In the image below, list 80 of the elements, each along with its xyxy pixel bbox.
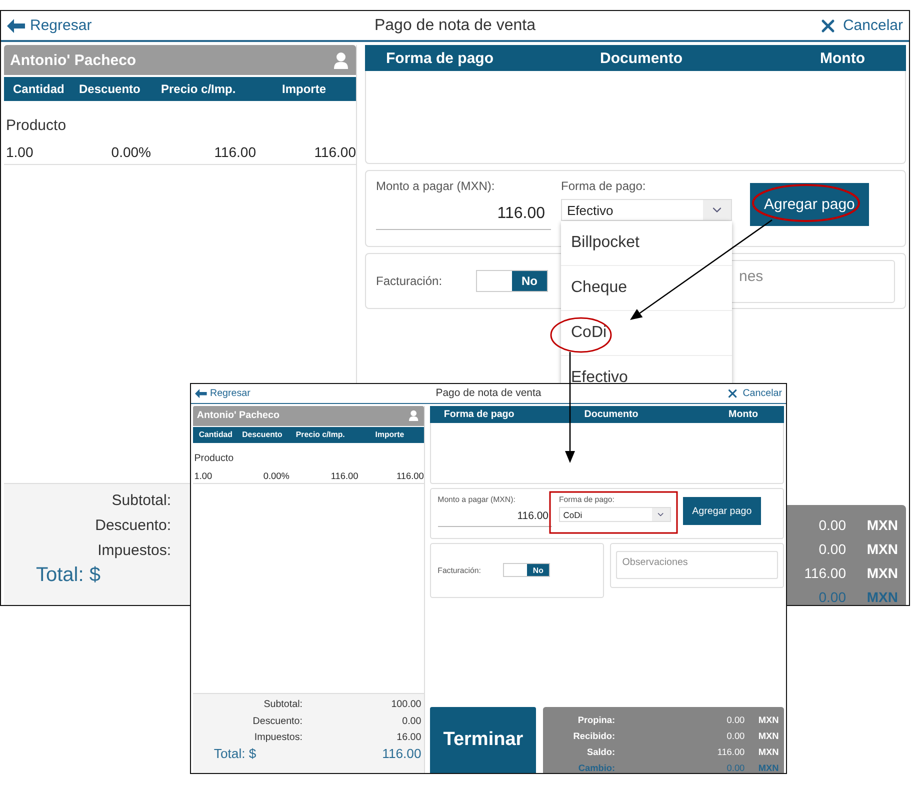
amount-label: Monto a pagar (MXN):: [376, 179, 496, 193]
table-cell-text: 0.00%: [262, 470, 290, 481]
balance-value: 0.00: [818, 517, 846, 533]
currency-label: MXN: [757, 731, 779, 742]
table-cell-text: 1.00: [6, 144, 34, 160]
payment-method-select[interactable]: Efectivo: [561, 199, 732, 221]
back-link[interactable]: Regresar: [7, 17, 92, 34]
balance-value: 0.00: [726, 731, 745, 742]
column-header: Documento: [600, 50, 684, 66]
column-header: Monto: [820, 50, 866, 66]
total-label: Total: $: [212, 746, 258, 762]
balance-label: Saldo:: [586, 746, 616, 757]
currency-label: MXN: [866, 517, 898, 533]
column-header: Importe: [282, 82, 328, 96]
balance-value: 116.00: [803, 565, 846, 581]
invoice-label: Facturación:: [376, 274, 444, 288]
balance-value: 116.00: [716, 746, 745, 757]
column-header: Precio c/Imp.: [161, 82, 237, 96]
summary-value: 0.00: [401, 716, 422, 727]
product-name: Producto: [193, 452, 235, 466]
column-header: Monto: [728, 408, 760, 420]
balance-value: 0.00: [726, 715, 745, 726]
currency-label: MXN: [866, 589, 898, 605]
column-header: Descuento: [79, 82, 142, 96]
balance-label: Cambio:: [577, 762, 616, 773]
table-cell-text: 116.00: [213, 144, 256, 160]
user-icon: [409, 410, 419, 422]
table-cell-text: 116.00: [313, 144, 356, 160]
close-icon: [726, 386, 740, 400]
currency-label: MXN: [757, 762, 779, 773]
currency-label: MXN: [866, 541, 898, 557]
balance-label: Recibido:: [572, 731, 616, 742]
add-payment-button[interactable]: Agregar pago: [750, 183, 869, 226]
dropdown-option[interactable]: CoDi: [561, 311, 732, 356]
column-header: Documento: [584, 408, 640, 420]
balance-label: Propina:: [576, 715, 616, 726]
balance-value: 0.00: [818, 589, 846, 605]
column-header: Forma de pago: [386, 50, 495, 66]
back-link[interactable]: Regresar: [194, 388, 250, 399]
summary-label: Descuento:: [252, 716, 302, 727]
summary-label: Subtotal:: [262, 699, 302, 710]
summary-label: Impuestos:: [253, 732, 302, 744]
summary-label: Descuento:: [94, 517, 171, 534]
finish-button[interactable]: Terminar: [430, 707, 536, 773]
column-header: Cantidad: [13, 82, 66, 96]
balance-value: 0.00: [726, 762, 745, 773]
payment-method-select[interactable]: CoDi: [558, 507, 672, 522]
amount-field[interactable]: 116.00: [376, 193, 551, 230]
summary-value: 16.00: [396, 732, 422, 744]
summary-label: Subtotal:: [110, 492, 171, 509]
balance-value: 0.00: [818, 541, 846, 557]
total-value: 116.00: [381, 746, 422, 762]
currency-label: MXN: [757, 715, 779, 726]
currency-label: MXN: [757, 746, 779, 757]
highlight-ellipse: [550, 317, 612, 353]
method-label: Forma de pago:: [561, 179, 647, 193]
notes-field[interactable]: Observaciones: [616, 551, 778, 580]
back-arrow-icon: [194, 388, 207, 398]
table-cell-text: 116.00: [395, 470, 424, 481]
total-label: Total: $: [35, 564, 102, 587]
back-arrow-icon: [7, 18, 25, 32]
customer-name: Antonio' Pacheco: [196, 410, 280, 422]
table-cell-text: 1.00: [194, 470, 214, 481]
column-header: Forma de pago: [444, 408, 516, 420]
dropdown-option[interactable]: Cheque: [561, 266, 732, 311]
invoice-toggle[interactable]: No: [476, 270, 548, 292]
summary-label: Impuestos:: [96, 542, 171, 559]
currency-label: MXN: [866, 565, 898, 581]
amount-field[interactable]: 116.00: [438, 504, 552, 528]
user-icon: [334, 52, 348, 68]
product-name: Producto: [5, 116, 68, 136]
screen-title: Pago de nota de venta: [374, 16, 536, 34]
add-payment-button[interactable]: Agregar pago: [682, 497, 761, 526]
screen-title: Pago de nota de venta: [436, 388, 542, 399]
table-cell-text: 116.00: [330, 470, 358, 481]
summary-value: 100.00: [390, 699, 422, 710]
customer-name: Antonio' Pacheco: [10, 52, 136, 68]
dropdown-option[interactable]: Billpocket: [561, 221, 732, 266]
table-cell-text: 0.00%: [110, 144, 151, 160]
cancel-link[interactable]: Cancelar: [818, 16, 903, 36]
